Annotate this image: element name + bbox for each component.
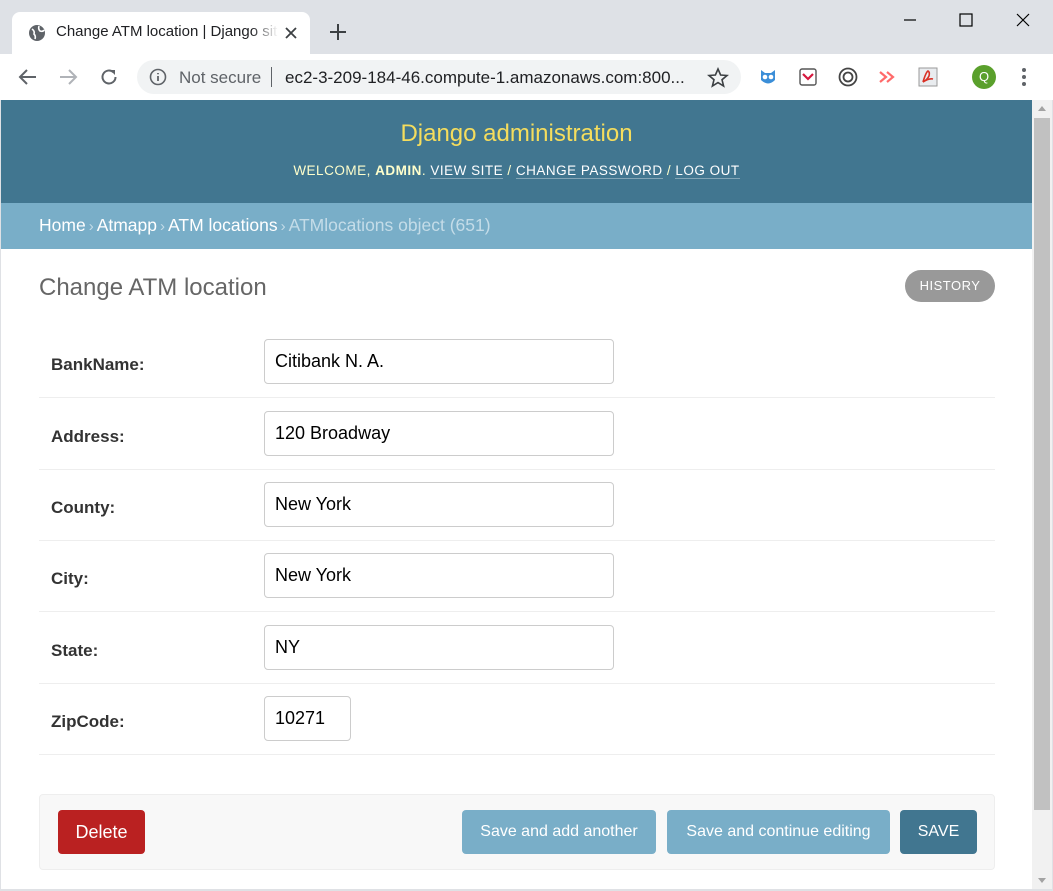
breadcrumb-model[interactable]: ATM locations [168,215,278,235]
close-window-icon[interactable] [1011,8,1035,32]
pdf-extension-icon[interactable] [917,66,939,88]
info-icon[interactable] [149,68,167,86]
zipcode-input[interactable] [264,696,351,741]
minimize-icon[interactable] [898,8,922,32]
form-row-address: Address: [39,399,995,470]
owl-extension-icon[interactable] [757,66,779,88]
save-and-add-another-button[interactable]: Save and add another [462,810,656,854]
browser-titlebar: Change ATM location | Django site admin [0,0,1053,54]
forward-arrow-icon[interactable] [57,66,79,88]
breadcrumb-current: ATMlocations object (651) [288,215,491,235]
bookmark-star-icon[interactable] [707,67,729,89]
breadcrumb-home[interactable]: Home [39,215,86,235]
welcome-text: Welcome, [293,163,371,178]
log-out-link[interactable]: Log out [675,163,740,179]
page-scrollbar[interactable] [1032,100,1052,889]
form-row-bankname: BankName: [39,327,995,398]
history-button[interactable]: History [905,270,995,302]
breadcrumb-app[interactable]: Atmapp [97,215,157,235]
form-row-county: County: [39,470,995,541]
back-arrow-icon[interactable] [17,66,39,88]
save-and-continue-button[interactable]: Save and continue editing [667,810,890,854]
site-branding[interactable]: Django administration [1,120,1032,148]
username: Admin [375,163,422,178]
breadcrumb-separator: › [280,218,286,235]
zipcode-label: ZipCode: [51,712,125,731]
address-input[interactable] [264,411,614,456]
state-label: State: [51,641,99,660]
change-password-link[interactable]: Change password [515,163,663,179]
save-button[interactable]: SAVE [900,810,977,854]
form-row-zipcode: ZipCode: [39,684,995,755]
browser-toolbar: Not secure ec2-3-209-184-46.compute-1.am… [0,54,1053,100]
maximize-icon[interactable] [954,8,978,32]
form-row-city: City: [39,541,995,612]
address-label: Address: [51,427,125,446]
browser-tab[interactable]: Change ATM location | Django site admin [12,12,310,54]
breadcrumb-separator: › [88,218,94,235]
scroll-up-arrow-icon[interactable] [1038,106,1046,111]
bankname-label: BankName: [51,355,145,374]
submit-row: Delete Save and add another Save and con… [39,794,995,870]
bankname-input[interactable] [264,339,614,384]
url-text[interactable]: ec2-3-209-184-46.compute-1.amazonaws.com… [285,68,699,88]
omnibox-divider [271,67,272,87]
scroll-down-arrow-icon[interactable] [1038,878,1046,883]
breadcrumb-separator: › [160,218,165,235]
reload-icon[interactable] [98,66,120,88]
city-input[interactable] [264,553,614,598]
user-tools: Welcome, Admin. View site / Change passw… [293,163,740,179]
tab-title: Change ATM location | Django site admin [56,23,278,40]
pocket-extension-icon[interactable] [797,66,819,88]
form-row-state: State: [39,613,995,684]
page-viewport: Django administration Welcome, Admin. Vi… [1,100,1032,889]
delete-button[interactable]: Delete [58,810,145,854]
state-input[interactable] [264,625,614,670]
kebab-menu-icon[interactable] [1018,66,1030,88]
chromatic-extension-icon[interactable] [837,66,859,88]
county-input[interactable] [264,482,614,527]
scrollbar-thumb[interactable] [1034,118,1050,810]
page-title: Change ATM location [39,274,267,301]
profile-avatar[interactable]: Q [972,65,996,89]
county-label: County: [51,498,116,517]
breadcrumb: Home › Atmapp › ATM locations › ATMlocations o… [1,203,1032,249]
security-label: Not secure [179,68,262,87]
new-tab-icon[interactable] [328,22,348,42]
flow-extension-icon[interactable] [877,66,899,88]
admin-header: Django administration Welcome, Admin. Vi… [1,100,1032,203]
city-label: City: [51,569,89,588]
globe-icon [29,25,45,41]
address-bar[interactable]: Not secure ec2-3-209-184-46.compute-1.am… [137,60,741,94]
close-tab-icon[interactable] [283,25,299,41]
view-site-link[interactable]: View site [430,163,504,179]
